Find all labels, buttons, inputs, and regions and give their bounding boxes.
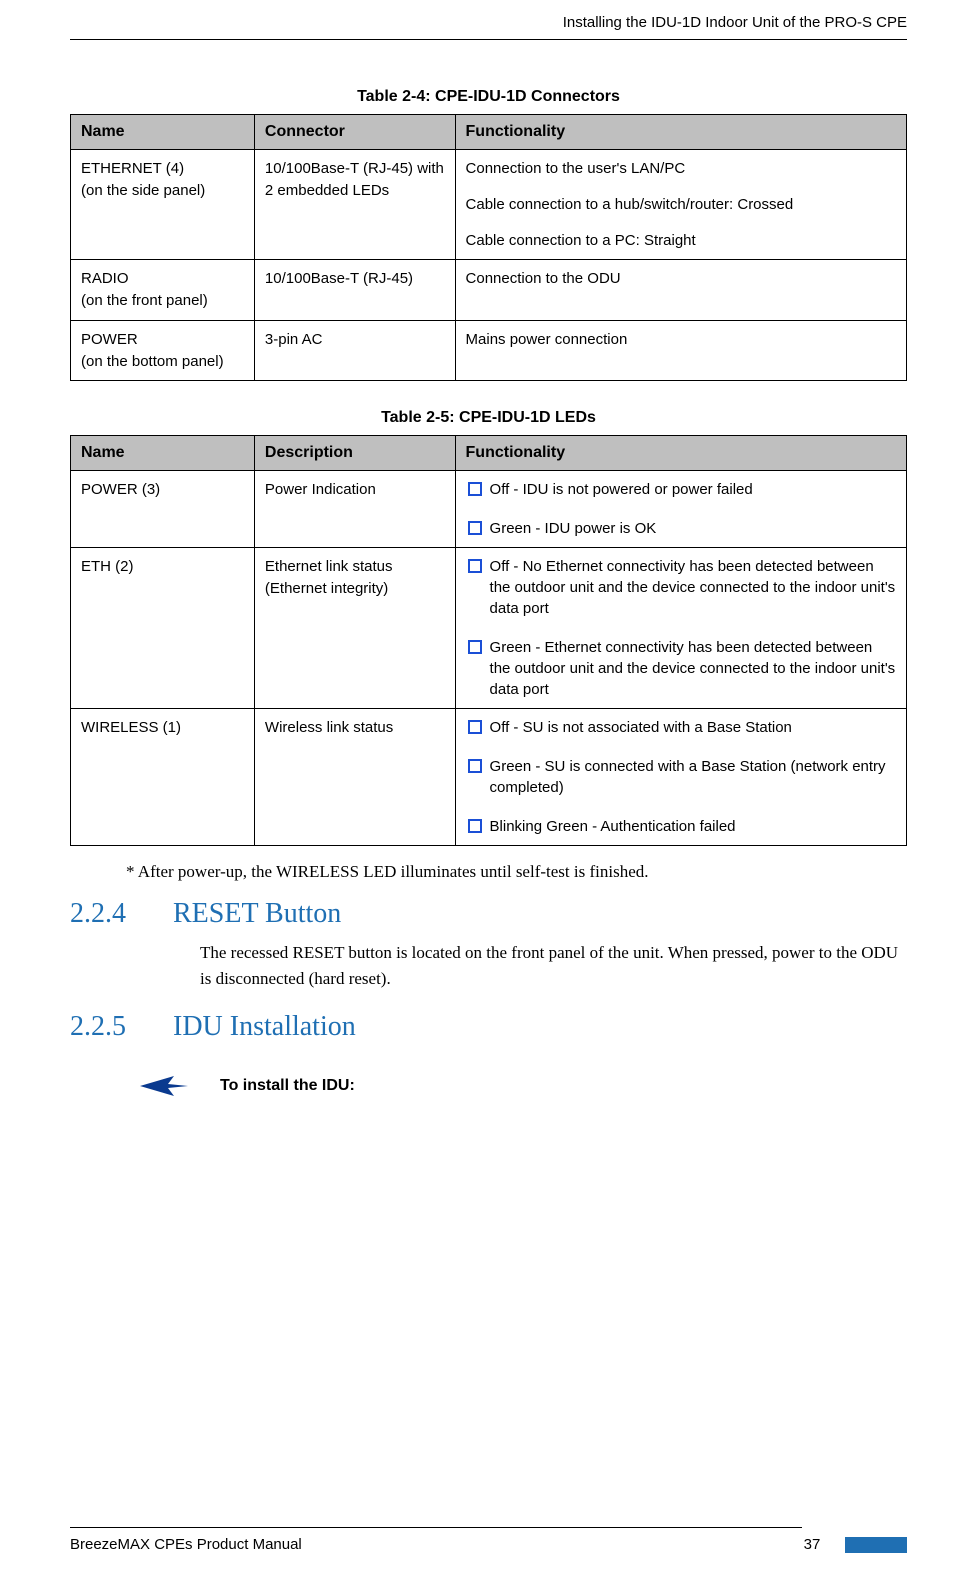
section-heading: 2.2.5 IDU Installation (70, 1011, 907, 1043)
cell-description: Wireless link status (254, 709, 455, 846)
page-footer: BreezeMAX CPEs Product Manual 37 (70, 1527, 907, 1553)
cell-name: ETH (2) (71, 548, 255, 709)
leds-table: Name Description Functionality POWER (3)… (70, 435, 907, 846)
cell-functionality: Off - No Ethernet connectivity has been … (455, 548, 906, 709)
cell-description: Ethernet link status (Ethernet integrity… (254, 548, 455, 709)
footnote: * After power-up, the WIRELESS LED illum… (126, 862, 907, 882)
bullet-item: Off - IDU is not powered or power failed (466, 479, 896, 500)
section-title: RESET Button (173, 898, 341, 930)
table-1-caption: Table 2-4: CPE-IDU-1D Connectors (70, 88, 907, 106)
page-number: 37 (797, 1536, 827, 1553)
instruction-text: To install the IDU: (220, 1077, 355, 1095)
table-row: WIRELESS (1)Wireless link status Off - SU… (71, 709, 907, 846)
arrow-right-icon (140, 1073, 188, 1099)
cell-functionality: Mains power connection (455, 320, 906, 381)
th-name: Name (71, 115, 255, 150)
cell-name: POWER (3) (71, 471, 255, 548)
cell-name: WIRELESS (1) (71, 709, 255, 846)
th-description: Description (254, 436, 455, 471)
section-heading: 2.2.4 RESET Button (70, 898, 907, 930)
header-rule (70, 39, 907, 40)
bullet-item: Green - Ethernet connectivity has been d… (466, 637, 896, 700)
bullet-item: Green - IDU power is OK (466, 518, 896, 539)
cell-functionality: Connection to the user's LAN/PCCable con… (455, 150, 906, 260)
footer-bar-icon (845, 1537, 907, 1553)
cell-name: POWER (on the bottom panel) (71, 320, 255, 381)
table-header-row: Name Connector Functionality (71, 115, 907, 150)
running-header: Installing the IDU-1D Indoor Unit of the… (70, 0, 907, 39)
bullet-item: Off - SU is not associated with a Base S… (466, 717, 896, 738)
connectors-table: Name Connector Functionality ETHERNET (4… (70, 114, 907, 381)
table-row: ETHERNET (4) (on the side panel)10/100Ba… (71, 150, 907, 260)
table-row: ETH (2)Ethernet link status (Ethernet in… (71, 548, 907, 709)
body-paragraph: The recessed RESET button is located on … (200, 940, 907, 991)
section-number: 2.2.5 (70, 1011, 145, 1043)
cell-connector: 3-pin AC (254, 320, 455, 381)
th-connector: Connector (254, 115, 455, 150)
cell-name: ETHERNET (4) (on the side panel) (71, 150, 255, 260)
table-header-row: Name Description Functionality (71, 436, 907, 471)
cell-name: RADIO (on the front panel) (71, 260, 255, 321)
instruction: To install the IDU: (140, 1073, 907, 1099)
manual-title: BreezeMAX CPEs Product Manual (70, 1536, 302, 1553)
bullet-item: Off - No Ethernet connectivity has been … (466, 556, 896, 619)
table-row: RADIO (on the front panel)10/100Base-T (… (71, 260, 907, 321)
table-2-caption: Table 2-5: CPE-IDU-1D LEDs (70, 409, 907, 427)
table-row: POWER (on the bottom panel)3-pin ACMains… (71, 320, 907, 381)
cell-functionality: Off - SU is not associated with a Base S… (455, 709, 906, 846)
table-row: POWER (3)Power IndicationOff - IDU is no… (71, 471, 907, 548)
section-title: IDU Installation (173, 1011, 356, 1043)
cell-functionality: Off - IDU is not powered or power failed… (455, 471, 906, 548)
th-name: Name (71, 436, 255, 471)
cell-functionality: Connection to the ODU (455, 260, 906, 321)
bullet-item: Blinking Green - Authentication failed (466, 816, 896, 837)
th-functionality: Functionality (455, 115, 906, 150)
cell-description: Power Indication (254, 471, 455, 548)
bullet-item: Green - SU is connected with a Base Stat… (466, 756, 896, 798)
section-number: 2.2.4 (70, 898, 145, 930)
footer-rule (70, 1527, 802, 1528)
cell-connector: 10/100Base-T (RJ-45) with 2 embedded LED… (254, 150, 455, 260)
th-functionality: Functionality (455, 436, 906, 471)
cell-connector: 10/100Base-T (RJ-45) (254, 260, 455, 321)
